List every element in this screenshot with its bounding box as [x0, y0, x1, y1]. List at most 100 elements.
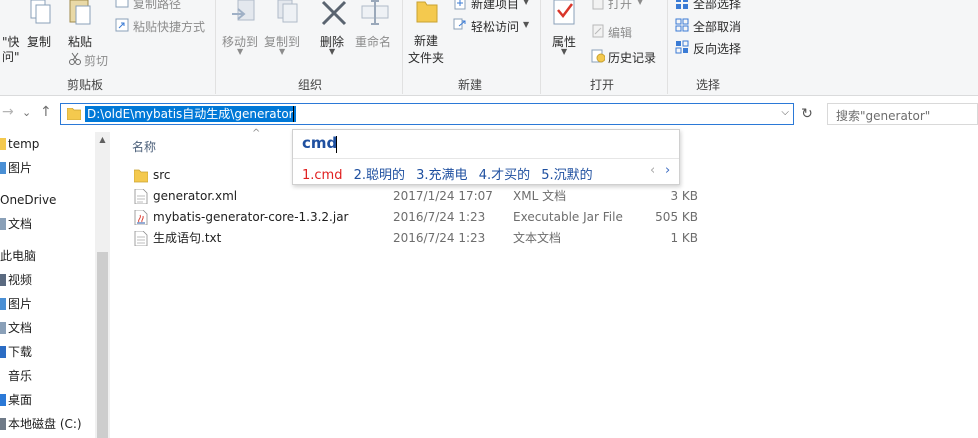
history-button[interactable]: 历史记录: [608, 49, 656, 66]
select-group-label: 选择: [695, 78, 720, 92]
chevron-down-icon: ▼: [279, 47, 286, 56]
ime-next-page-icon[interactable]: ›: [665, 163, 670, 178]
history-icon: [591, 49, 606, 63]
refresh-button[interactable]: ↻: [797, 104, 817, 124]
chevron-down-icon: ▼: [329, 47, 336, 56]
ime-candidate-4[interactable]: 4.才买的: [479, 168, 530, 183]
ime-candidate-window: cmd 1.cmd 2.聪明的 3.充满电 4.才买的 5.沉默的 ‹ ›: [292, 129, 680, 185]
edit-icon: [591, 24, 605, 38]
copy-to-icon[interactable]: [272, 0, 302, 26]
file-row[interactable]: generator.xml 2017/1/24 17:07 XML 文档 3 K…: [130, 186, 710, 207]
file-row[interactable]: 生成语句.txt 2016/7/24 1:23 文本文档 1 KB: [130, 228, 710, 249]
file-size: 505 KB: [655, 210, 698, 224]
paste-shortcut-icon: [115, 18, 129, 32]
delete-icon[interactable]: [320, 0, 348, 28]
ime-candidate-3[interactable]: 3.充满电: [416, 168, 467, 183]
ribbon-separator: [540, 0, 541, 94]
search-placeholder: 搜索"generator": [836, 109, 931, 123]
nav-pane-scrollbar[interactable]: ▲: [95, 132, 110, 438]
ime-prev-page-icon[interactable]: ‹: [650, 163, 655, 178]
copy-icon[interactable]: [28, 0, 52, 26]
ime-candidate-1[interactable]: 1.cmd: [302, 168, 342, 183]
chevron-down-icon: ▼: [523, 0, 530, 6]
drive-icon: [0, 418, 6, 430]
text-file-icon: [134, 230, 148, 247]
paste-shortcut-button[interactable]: 粘贴快捷方式: [133, 18, 205, 35]
new-folder-button-line2[interactable]: 文件夹: [408, 49, 444, 66]
ribbon: "快 问" 复制 粘贴 复制路径 粘贴快捷方式 剪切 剪贴板 移动到 ▼ 复制到…: [0, 0, 978, 96]
new-folder-button-line1[interactable]: 新建: [414, 32, 438, 49]
new-group-label: 新建: [457, 78, 482, 92]
pin-quick-access-label-2[interactable]: 问": [2, 48, 20, 65]
address-path[interactable]: D:\oldE\mybatis自动生成\generator: [85, 106, 296, 122]
ime-caret: [336, 136, 337, 153]
up-arrow-icon[interactable]: ↑: [40, 104, 52, 120]
documents-icon: [0, 218, 6, 230]
folder-icon: [0, 138, 6, 150]
documents-icon: [0, 322, 6, 334]
column-header-name[interactable]: 名称: [132, 138, 156, 155]
chevron-down-icon[interactable]: ⌵: [781, 107, 789, 118]
scrollbar-thumb[interactable]: [97, 252, 108, 438]
rename-icon[interactable]: [360, 0, 390, 26]
file-name: 生成语句.txt: [153, 231, 222, 245]
navigation-pane: temp 图片 OneDrive 文档 此电脑 视频 图片 文档 下载 音乐 桌…: [0, 132, 110, 438]
ime-candidate-5[interactable]: 5.沉默的: [541, 168, 592, 183]
videos-icon: [0, 274, 6, 286]
ime-composition-text: cmd: [302, 134, 338, 152]
cut-icon: [68, 52, 82, 66]
ime-divider: [293, 158, 679, 159]
scroll-up-icon[interactable]: ▲: [95, 132, 110, 148]
folder-icon: [66, 107, 82, 121]
ribbon-separator: [667, 0, 668, 94]
ime-candidate-2[interactable]: 2.聪明的: [354, 168, 405, 183]
file-row[interactable]: mybatis-generator-core-1.3.2.jar 2016/7/…: [130, 207, 710, 228]
pictures-icon: [0, 162, 6, 174]
recent-locations-chevron-icon[interactable]: ⌄: [22, 106, 31, 119]
select-all-icon: [675, 0, 689, 10]
invert-selection-button[interactable]: 反向选择: [693, 40, 741, 57]
paste-button[interactable]: 粘贴: [68, 33, 92, 50]
forward-arrow-icon[interactable]: →: [2, 104, 14, 120]
copy-path-button[interactable]: 复制路径: [133, 0, 181, 12]
open-button[interactable]: 打开: [608, 0, 632, 12]
select-none-button[interactable]: 全部取消: [693, 18, 741, 35]
organize-group-label: 组织: [297, 78, 322, 92]
chevron-down-icon: ▼: [561, 47, 568, 56]
invert-selection-icon: [675, 40, 689, 54]
open-icon: [591, 0, 605, 10]
jar-file-icon: [134, 209, 148, 226]
easy-access-icon: [453, 18, 467, 32]
file-date: 2016/7/24 1:23: [393, 210, 486, 224]
select-all-button[interactable]: 全部选择: [693, 0, 741, 12]
easy-access-button[interactable]: 轻松访问: [471, 18, 519, 35]
downloads-icon: [0, 346, 6, 358]
file-name: mybatis-generator-core-1.3.2.jar: [153, 210, 349, 224]
folder-icon: [133, 168, 149, 183]
ribbon-separator: [402, 0, 403, 94]
chevron-down-icon: ▼: [237, 47, 244, 56]
select-none-icon: [675, 18, 689, 32]
copy-button[interactable]: 复制: [27, 33, 51, 50]
new-folder-icon[interactable]: [415, 0, 439, 24]
new-item-icon: [453, 0, 467, 10]
search-input[interactable]: 搜索"generator": [827, 103, 978, 125]
file-type: Executable Jar File: [513, 210, 623, 224]
properties-icon[interactable]: [552, 0, 578, 28]
refresh-icon: ↻: [801, 106, 813, 122]
new-item-button[interactable]: 新建项目: [471, 0, 519, 12]
file-name: src: [153, 168, 171, 182]
sort-ascending-icon: ^: [252, 128, 261, 139]
file-type: 文本文档: [513, 231, 562, 245]
ribbon-separator: [215, 0, 216, 94]
cut-button[interactable]: 剪切: [84, 52, 108, 69]
rename-button[interactable]: 重命名: [355, 33, 391, 50]
file-size: 1 KB: [670, 231, 698, 245]
chevron-down-icon: ▼: [637, 0, 644, 6]
move-to-icon[interactable]: [230, 0, 260, 26]
paste-icon[interactable]: [68, 0, 92, 26]
edit-button[interactable]: 编辑: [608, 24, 632, 41]
copy-path-icon: [115, 0, 129, 10]
address-bar[interactable]: D:\oldE\mybatis自动生成\generator ⌵: [60, 103, 794, 125]
text-caret: [293, 106, 294, 122]
